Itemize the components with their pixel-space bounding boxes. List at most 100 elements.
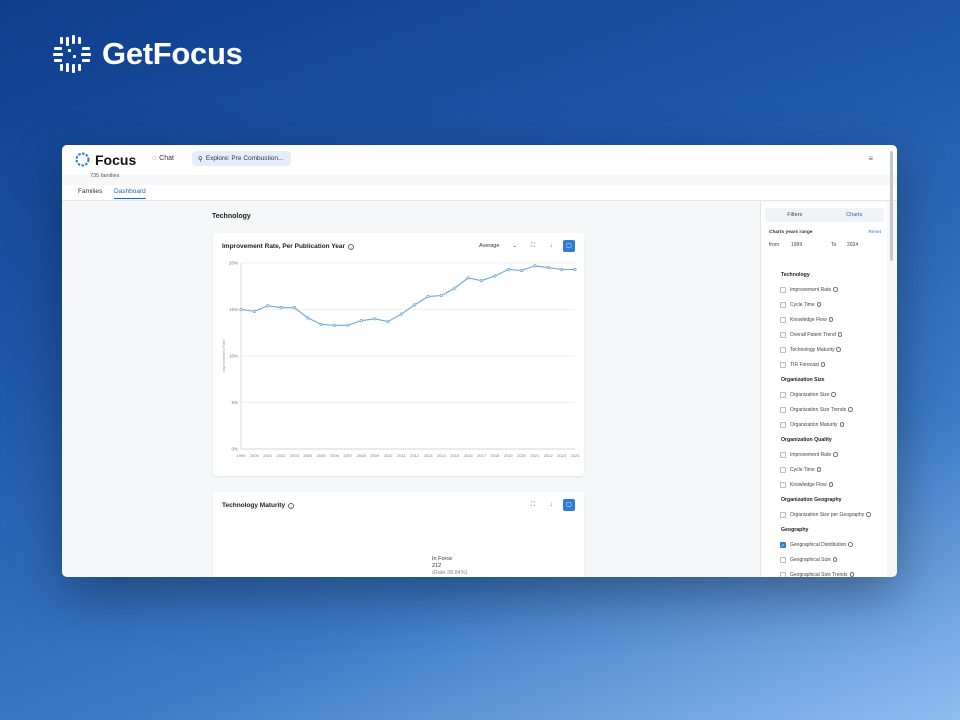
filter-item[interactable]: Knowledge Flow bbox=[769, 313, 886, 328]
filter-item-label: Improvement Rate bbox=[790, 287, 832, 293]
focus-logo-text: Focus bbox=[95, 151, 137, 168]
menu-icon[interactable]: ≡ bbox=[868, 154, 873, 163]
y-tick-label: 20% bbox=[229, 261, 238, 266]
filter-item[interactable]: Improvement Rate bbox=[769, 283, 886, 298]
filter-item-label: Geographical Size Trends bbox=[790, 572, 848, 577]
in-force-value: 212 bbox=[432, 563, 442, 569]
checkbox-icon[interactable] bbox=[780, 392, 786, 398]
tab-charts[interactable]: Charts bbox=[825, 208, 885, 222]
filter-item[interactable]: Knowledge Flow bbox=[769, 478, 886, 493]
checkbox-icon[interactable] bbox=[780, 512, 786, 518]
filter-group-label: Organization Geography bbox=[781, 497, 842, 503]
filter-item[interactable]: Geographical Size bbox=[769, 553, 886, 568]
chat-link[interactable]: ◌ Chat bbox=[152, 155, 174, 162]
checkbox-icon[interactable] bbox=[780, 407, 786, 413]
filter-item-label: Cycle Time bbox=[790, 467, 815, 473]
filter-item[interactable]: Organization Size bbox=[769, 388, 886, 403]
filter-item[interactable]: TIR Forecast bbox=[769, 358, 886, 373]
info-icon[interactable] bbox=[833, 287, 838, 292]
getfocus-logo-icon bbox=[53, 35, 91, 73]
info-icon[interactable] bbox=[836, 347, 841, 352]
checkbox-icon[interactable] bbox=[780, 362, 786, 368]
x-tick-label: 2024 bbox=[571, 453, 581, 458]
filter-item[interactable]: Organization Size per Geography bbox=[769, 508, 886, 523]
info-icon[interactable] bbox=[828, 482, 834, 487]
x-tick-label: 2023 bbox=[557, 453, 567, 458]
checkbox-icon[interactable] bbox=[780, 422, 786, 428]
filter-group-label: Technology bbox=[781, 272, 810, 278]
checkbox-icon[interactable] bbox=[780, 317, 786, 323]
tab-dashboard[interactable]: Dashboard bbox=[114, 188, 146, 199]
tab-bar: Families Dashboard bbox=[62, 185, 897, 201]
checkbox-icon[interactable] bbox=[780, 572, 786, 577]
checkbox-icon[interactable] bbox=[780, 452, 786, 458]
info-icon[interactable]: i bbox=[348, 243, 355, 250]
download-icon[interactable]: ↓ bbox=[545, 499, 557, 511]
info-icon[interactable] bbox=[866, 512, 871, 517]
expand-icon[interactable]: ⛶ bbox=[527, 240, 539, 252]
sidebar-scrollbar[interactable] bbox=[890, 151, 893, 261]
checkbox-icon[interactable] bbox=[780, 467, 786, 473]
families-count: 735 families bbox=[90, 173, 120, 179]
info-icon[interactable] bbox=[849, 572, 855, 577]
info-icon[interactable] bbox=[832, 557, 838, 562]
info-icon[interactable] bbox=[831, 392, 836, 397]
focus-logo-icon bbox=[75, 152, 90, 167]
reset-link[interactable]: Reset bbox=[868, 230, 881, 235]
x-tick-label: 2003 bbox=[290, 453, 300, 458]
aggregate-select[interactable]: Average ⌄ bbox=[475, 241, 521, 251]
info-icon[interactable] bbox=[837, 332, 843, 337]
from-input[interactable]: 1999 bbox=[791, 242, 802, 248]
explore-button[interactable]: ⚲ Explore: Pre Combustion... bbox=[192, 151, 291, 166]
chart-view-toggle[interactable]: ▢ bbox=[563, 240, 575, 252]
filter-item[interactable]: Technology Maturity bbox=[769, 343, 886, 358]
info-icon[interactable]: i bbox=[288, 502, 295, 509]
info-icon[interactable] bbox=[828, 317, 834, 322]
filter-item-label: Cycle Time bbox=[790, 302, 815, 308]
improvement-rate-line bbox=[240, 265, 575, 326]
chart-filter-list: Technology Improvement Rate Cycle Time Know… bbox=[769, 268, 886, 577]
y-tick-label: 10% bbox=[229, 354, 238, 359]
info-icon[interactable] bbox=[820, 362, 826, 367]
checkbox-icon[interactable] bbox=[780, 302, 786, 308]
download-icon[interactable]: ↓ bbox=[545, 240, 557, 252]
filter-item[interactable]: Cycle Time bbox=[769, 463, 886, 478]
checkbox-icon[interactable] bbox=[780, 482, 786, 488]
checkbox-icon[interactable] bbox=[780, 332, 786, 338]
info-icon[interactable] bbox=[816, 302, 822, 307]
checkbox-icon[interactable] bbox=[780, 557, 786, 563]
filter-item[interactable]: Cycle Time bbox=[769, 298, 886, 313]
x-tick-label: 2007 bbox=[343, 453, 353, 458]
info-icon[interactable] bbox=[848, 407, 853, 412]
filter-item[interactable]: ✓ Geographical Distribution bbox=[769, 538, 886, 553]
filter-item-label: Technology Maturity bbox=[790, 347, 835, 353]
x-tick-label: 2006 bbox=[330, 453, 340, 458]
info-icon[interactable] bbox=[839, 422, 845, 427]
x-tick-label: 2015 bbox=[450, 453, 460, 458]
info-icon[interactable] bbox=[816, 467, 822, 472]
filter-item[interactable]: Organization Maturity bbox=[769, 418, 886, 433]
to-input[interactable]: 2024 bbox=[847, 242, 858, 248]
chart-view-toggle[interactable]: ▢ bbox=[563, 499, 575, 511]
data-point bbox=[279, 306, 283, 310]
tab-families[interactable]: Families bbox=[78, 188, 102, 195]
filter-item[interactable]: Organization Size Trends bbox=[769, 403, 886, 418]
checkbox-icon[interactable] bbox=[780, 287, 786, 293]
checkbox-checked-icon[interactable]: ✓ bbox=[780, 542, 786, 549]
brand-name: GetFocus bbox=[102, 36, 243, 71]
filter-item[interactable]: Geographical Size Trends bbox=[769, 568, 886, 577]
tab-filters[interactable]: Filters bbox=[765, 208, 825, 222]
data-point bbox=[453, 286, 457, 290]
x-tick-label: 2009 bbox=[370, 453, 380, 458]
info-icon[interactable] bbox=[833, 452, 838, 457]
expand-icon[interactable]: ⛶ bbox=[527, 499, 539, 511]
filter-item-label: Organization Size per Geography bbox=[790, 512, 865, 518]
checkbox-icon[interactable] bbox=[780, 347, 786, 353]
x-tick-label: 1999 bbox=[237, 453, 247, 458]
focus-logo[interactable]: Focus bbox=[74, 151, 136, 168]
x-tick-label: 2021 bbox=[530, 453, 540, 458]
info-icon[interactable] bbox=[848, 542, 853, 547]
filter-item[interactable]: Improvement Rate bbox=[769, 448, 886, 463]
data-point bbox=[346, 323, 350, 327]
filter-item[interactable]: Overall Patent Trend bbox=[769, 328, 886, 343]
